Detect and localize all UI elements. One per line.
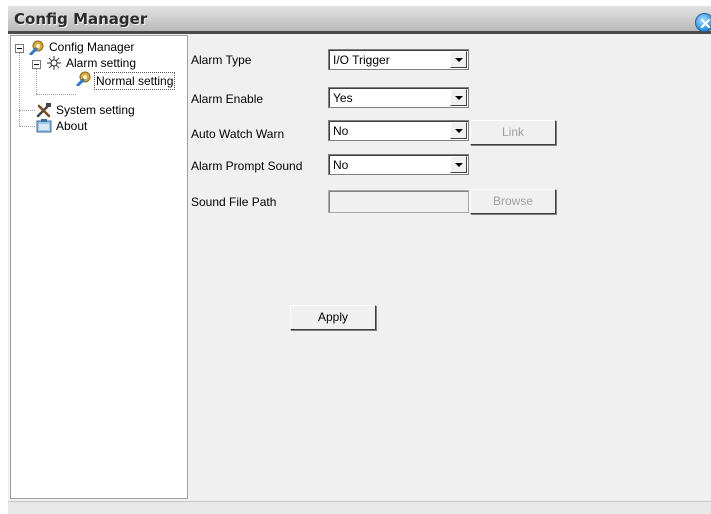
alarm-setting-collapse-toggle[interactable] [32,60,41,69]
link-button[interactable]: Link [470,120,556,145]
alarm-icon [46,55,62,71]
status-bar [8,501,711,514]
tree-label: System setting [56,103,135,117]
tree-item-about[interactable]: About [36,118,186,134]
auto-watch-warn-label: Auto Watch Warn [191,127,285,141]
chevron-down-icon[interactable] [450,51,467,68]
tree-connector [19,126,35,127]
tree-connector [19,48,20,126]
tree-label: About [56,119,88,133]
auto-watch-warn-value: No [333,124,349,138]
tree-item-config-manager[interactable]: Config Manager [29,39,187,56]
alarm-enable-label: Alarm Enable [191,92,264,106]
window-title: Config Manager [14,10,148,28]
alarm-prompt-sound-value: No [333,158,349,172]
sound-file-path-input[interactable] [328,190,469,213]
alarm-prompt-sound-select[interactable]: No [328,154,469,175]
tree-connector [19,110,35,111]
chevron-down-icon[interactable] [450,122,467,139]
browse-button[interactable]: Browse [470,189,556,214]
apply-button[interactable]: Apply [290,305,376,330]
tree-item-system-setting[interactable]: System setting [36,102,186,118]
alarm-enable-select[interactable]: Yes [328,87,469,108]
tree-label: Normal setting [94,72,176,90]
alarm-type-label: Alarm Type [191,53,252,67]
chevron-down-icon[interactable] [450,89,467,106]
config-gear-icon [76,70,92,87]
alarm-type-value: I/O Trigger [333,53,390,67]
alarm-enable-value: Yes [333,91,353,105]
title-bar[interactable]: Config Manager [8,6,711,34]
chevron-down-icon[interactable] [450,156,467,173]
tree-item-normal-setting[interactable]: Normal setting [76,70,188,90]
alarm-type-select[interactable]: I/O Trigger [328,49,469,70]
about-icon [36,118,52,134]
close-icon [700,18,711,29]
client-area: Config Manager Alarm setting Normal sett… [8,34,711,514]
close-button[interactable] [695,13,711,32]
tools-icon [36,102,52,118]
config-tree[interactable]: Config Manager Alarm setting Normal sett… [10,35,188,499]
tree-connector [36,94,76,95]
root-collapse-toggle[interactable] [15,44,24,53]
config-manager-window: Config Manager Config Manager Alarm sett… [0,0,711,514]
alarm-prompt-sound-label: Alarm Prompt Sound [191,159,303,173]
tree-item-alarm-setting[interactable]: Alarm setting [46,55,186,71]
tree-label: Alarm setting [66,56,137,70]
auto-watch-warn-select[interactable]: No [328,120,469,141]
tree-label: Config Manager [49,40,135,54]
sound-file-path-label: Sound File Path [191,195,277,209]
config-manager-icon [29,39,45,56]
